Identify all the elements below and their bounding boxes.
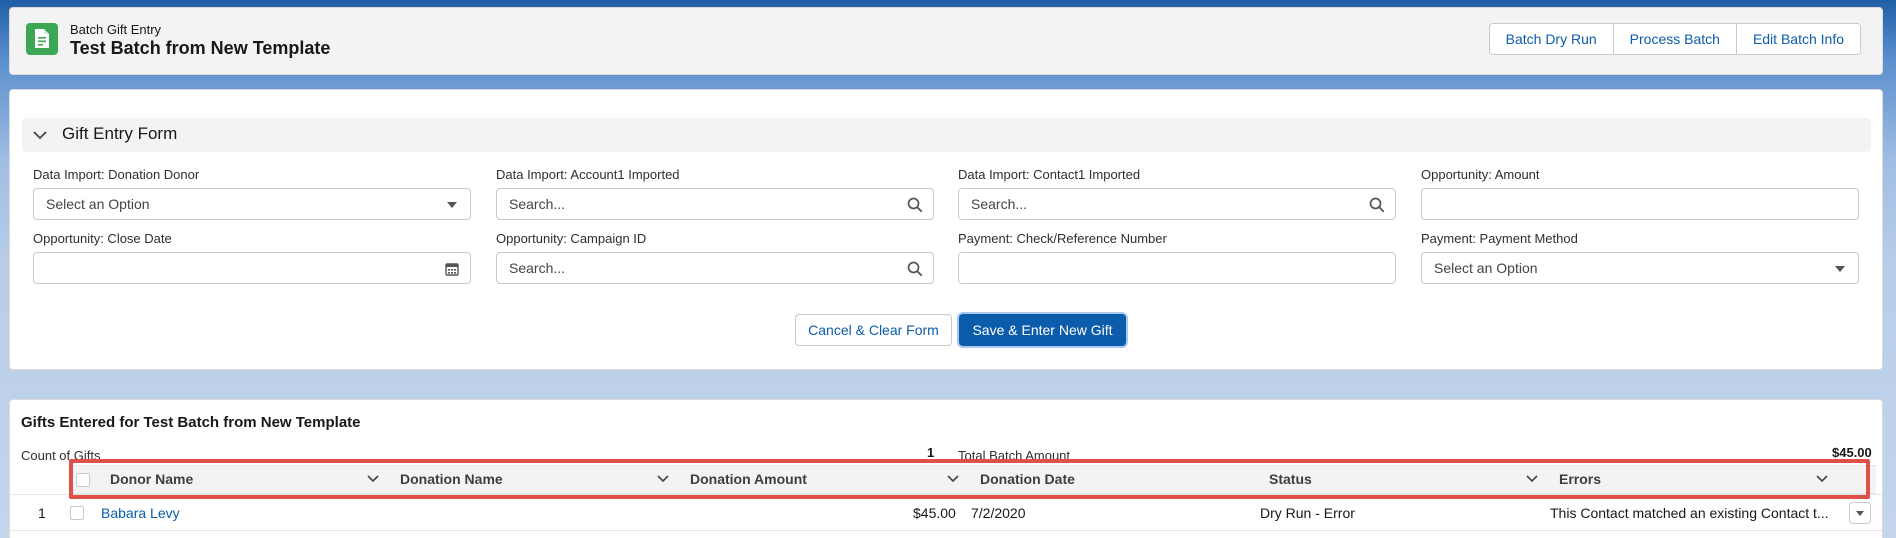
amount-input[interactable] <box>1421 188 1859 220</box>
search-placeholder: Search... <box>971 196 1028 212</box>
header-eyebrow: Batch Gift Entry <box>70 22 162 37</box>
donation-donor-select[interactable]: Select an Option <box>33 188 471 220</box>
section-title: Gift Entry Form <box>62 124 178 143</box>
field-check-reference: Payment: Check/Reference Number <box>958 230 1396 284</box>
campaign-search-input[interactable]: Search... <box>496 252 934 284</box>
table-header: Donor Name Donation Name Donation Amount… <box>70 465 1876 494</box>
field-contact1-imported: Data Import: Contact1 Imported Search... <box>958 166 1396 220</box>
field-donation-donor: Data Import: Donation Donor Select an Op… <box>33 166 471 220</box>
caret-down-icon <box>1835 266 1845 272</box>
field-label: Opportunity: Close Date <box>33 231 172 246</box>
chevron-down-icon[interactable] <box>1525 472 1539 486</box>
gift-entry-form-card: Gift Entry Form Data Import: Donation Do… <box>9 89 1883 370</box>
header-button-group: Batch Dry Run Process Batch Edit Batch I… <box>1488 23 1861 55</box>
row-divider <box>10 530 1882 531</box>
gifts-table-card: Gifts Entered for Test Batch from New Te… <box>9 399 1883 538</box>
field-payment-method: Payment: Payment Method Select an Option <box>1421 230 1859 284</box>
contact1-search-input[interactable]: Search... <box>958 188 1396 220</box>
field-label: Data Import: Contact1 Imported <box>958 167 1141 182</box>
page-title: Test Batch from New Template <box>70 38 331 58</box>
edit-batch-info-button[interactable]: Edit Batch Info <box>1736 24 1860 54</box>
select-value: Select an Option <box>46 196 150 212</box>
field-label: Opportunity: Amount <box>1421 167 1540 182</box>
field-opportunity-amount: Opportunity: Amount <box>1421 166 1859 220</box>
field-label: Opportunity: Campaign ID <box>496 231 647 246</box>
search-icon <box>1369 197 1385 213</box>
total-value: $45.00 <box>1832 445 1872 460</box>
check-reference-input[interactable] <box>958 252 1396 284</box>
row-checkbox[interactable] <box>70 506 84 520</box>
section-header[interactable]: Gift Entry Form <box>22 118 1871 152</box>
save-enter-new-gift-button[interactable]: Save & Enter New Gift <box>959 314 1126 346</box>
chevron-down-icon[interactable] <box>656 472 670 486</box>
count-label: Count of Gifts <box>21 448 101 463</box>
search-placeholder: Search... <box>509 260 566 276</box>
gifts-title: Gifts Entered for Test Batch from New Te… <box>21 414 361 431</box>
column-header-status[interactable]: Status <box>1269 466 1539 493</box>
status-cell: Dry Run - Error <box>1260 505 1355 521</box>
field-label: Data Import: Donation Donor <box>33 167 200 182</box>
chevron-down-icon[interactable] <box>366 472 380 486</box>
total-label: Total Batch Amount <box>958 448 1071 463</box>
field-account1-imported: Data Import: Account1 Imported Search... <box>496 166 934 220</box>
payment-method-select[interactable]: Select an Option <box>1421 252 1859 284</box>
search-placeholder: Search... <box>509 196 566 212</box>
donation-date-cell: 7/2/2020 <box>971 505 1026 521</box>
errors-cell: This Contact matched an existing Contact… <box>1550 505 1829 521</box>
count-value: 1 <box>927 445 935 460</box>
chevron-down-icon[interactable] <box>1815 472 1829 486</box>
column-header-donation-name[interactable]: Donation Name <box>400 466 670 493</box>
chevron-down-icon[interactable] <box>32 127 48 143</box>
row-actions-button[interactable] <box>1849 502 1871 524</box>
batch-dry-run-button[interactable]: Batch Dry Run <box>1489 24 1614 54</box>
field-close-date: Opportunity: Close Date <box>33 230 471 284</box>
select-value: Select an Option <box>1434 260 1538 276</box>
chevron-down-icon[interactable] <box>946 472 960 486</box>
caret-down-icon <box>1856 511 1864 516</box>
donation-amount-cell: $45.00 <box>913 505 956 521</box>
account1-search-input[interactable]: Search... <box>496 188 934 220</box>
column-header-donation-amount[interactable]: Donation Amount <box>690 466 960 493</box>
search-icon <box>907 261 923 277</box>
document-icon <box>26 23 58 55</box>
cancel-clear-form-button[interactable]: Cancel & Clear Form <box>795 314 952 346</box>
field-label: Data Import: Account1 Imported <box>496 167 680 182</box>
field-label: Payment: Check/Reference Number <box>958 231 1167 246</box>
calendar-icon[interactable] <box>444 261 460 277</box>
close-date-input[interactable] <box>33 252 471 284</box>
column-header-donor-name[interactable]: Donor Name <box>110 466 380 493</box>
field-campaign-id: Opportunity: Campaign ID Search... <box>496 230 934 284</box>
search-icon <box>907 197 923 213</box>
column-header-donation-date[interactable]: Donation Date <box>980 466 1250 493</box>
field-label: Payment: Payment Method <box>1421 231 1578 246</box>
row-divider <box>10 494 1882 495</box>
process-batch-button[interactable]: Process Batch <box>1613 24 1737 54</box>
select-all-checkbox[interactable] <box>76 473 90 487</box>
page-header: Batch Gift Entry Test Batch from New Tem… <box>9 7 1883 75</box>
column-header-errors[interactable]: Errors <box>1559 466 1829 493</box>
caret-down-icon <box>447 202 457 208</box>
row-index: 1 <box>38 505 46 521</box>
donor-name-link[interactable]: Babara Levy <box>101 505 180 521</box>
